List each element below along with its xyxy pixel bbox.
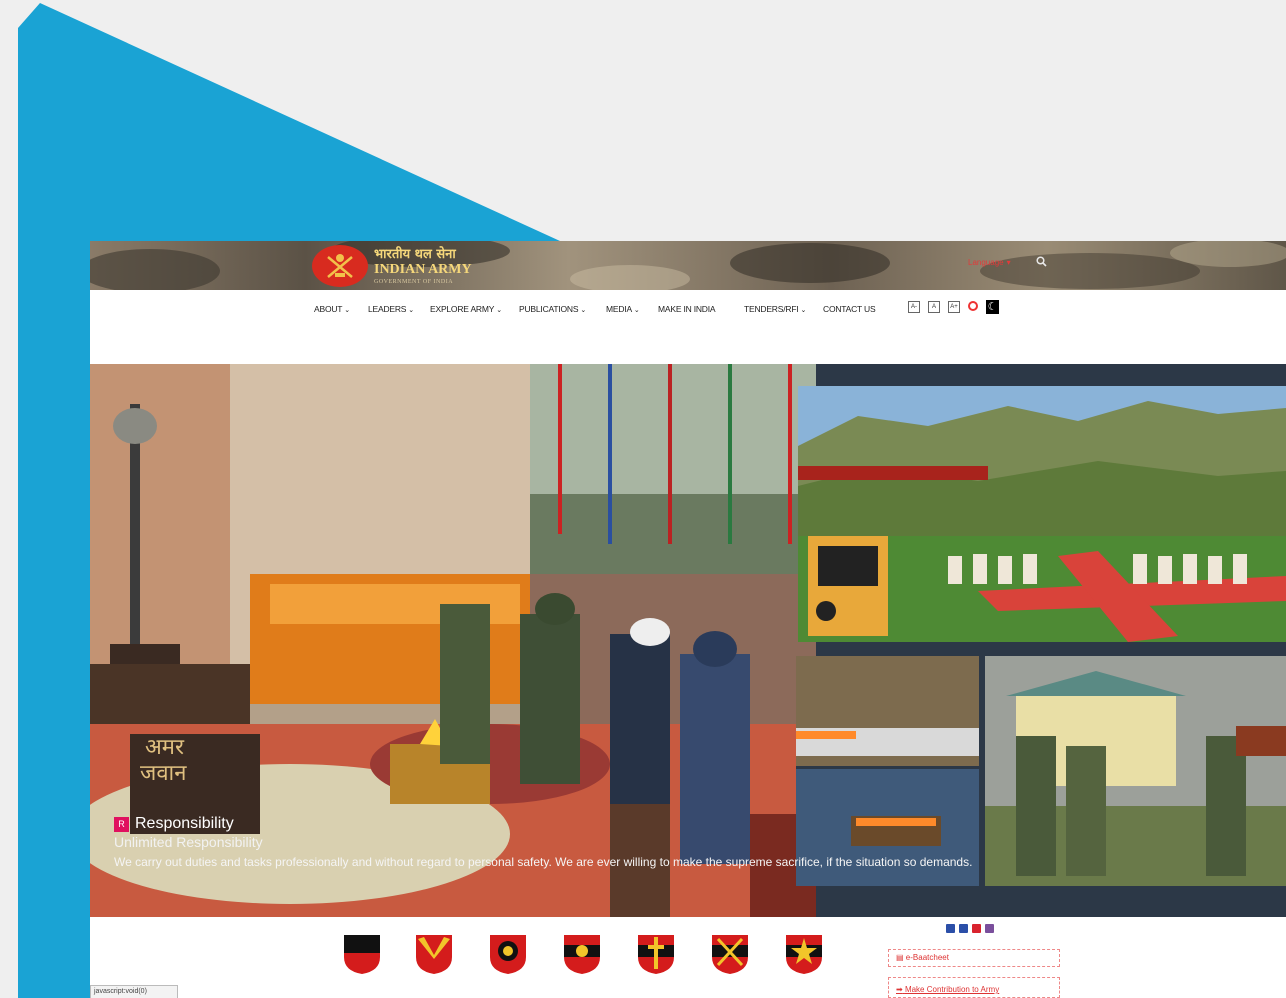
logo-hindi-text: भारतीय थल सेना — [374, 246, 456, 262]
nav-leaders[interactable]: LEADERS ⌄ — [368, 304, 414, 314]
contrast-icon[interactable] — [968, 301, 978, 311]
logo-government-text: GOVERNMENT OF INDIA — [374, 278, 454, 285]
nav-make-in-india[interactable]: MAKE IN INDIA — [658, 304, 716, 314]
hero-carousel: अमर जवान R Responsibility Unlimited Resp… — [90, 364, 1286, 917]
chevron-down-icon: ⌄ — [580, 307, 586, 314]
chevron-down-icon: ⌄ — [344, 307, 350, 314]
ebaatcheet-label: e-Baatcheet — [905, 953, 949, 962]
caption-subtitle: Unlimited Responsibility — [114, 834, 263, 850]
nav-tenders-label: TENDERS/RFI — [744, 304, 799, 314]
facebook-icon[interactable] — [946, 924, 955, 933]
search-icon[interactable] — [1036, 256, 1047, 270]
nav-about-label: ABOUT — [314, 304, 343, 314]
contribution-label: Make Contribution to Army — [904, 985, 1000, 994]
chat-icon: ▤ — [896, 953, 904, 962]
nav-media-label: MEDIA — [606, 304, 632, 314]
site-logo[interactable]: भारतीय थल सेना INDIAN ARMY GOVERNMENT OF… — [312, 243, 472, 289]
camo-background — [90, 241, 1286, 290]
caption-description: We carry out duties and tasks profession… — [114, 855, 973, 869]
youtube-icon[interactable] — [972, 924, 981, 933]
formation-badge-4[interactable] — [562, 933, 602, 975]
main-navigation: ABOUT ⌄ LEADERS ⌄ EXPLORE ARMY ⌄ PUBLICATIO… — [90, 290, 1286, 330]
browser-status-bar: javascript:void(0) — [90, 985, 178, 998]
social-icons — [946, 924, 994, 933]
formation-badge-1[interactable] — [342, 933, 382, 975]
formation-badge-6[interactable] — [710, 933, 750, 975]
nav-tenders[interactable]: TENDERS/RFI ⌄ — [744, 304, 806, 314]
hero-top-right-image — [798, 386, 1286, 642]
chevron-down-icon: ⌄ — [800, 307, 807, 314]
nav-media[interactable]: MEDIA ⌄ — [606, 304, 640, 314]
nav-leaders-label: LEADERS — [368, 304, 407, 314]
nav-contact-us-label: CONTACT US — [823, 304, 876, 314]
moon-icon[interactable]: ☾ — [986, 300, 999, 314]
font-reset-button[interactable]: A — [928, 301, 940, 313]
formation-badge-5[interactable] — [636, 933, 676, 975]
arrow-right-icon: ➡ — [896, 985, 903, 994]
nav-contact-us[interactable]: CONTACT US — [823, 304, 876, 314]
language-selector[interactable]: Language ▾ — [968, 258, 1011, 267]
twitter-icon[interactable] — [959, 924, 968, 933]
logo-english-text: INDIAN ARMY — [374, 261, 472, 277]
header-bar: भारतीय थल सेना INDIAN ARMY GOVERNMENT OF… — [90, 241, 1286, 290]
font-increase-button[interactable]: A+ — [948, 301, 960, 313]
website-frame: भारतीय थल सेना INDIAN ARMY GOVERNMENT OF… — [90, 241, 1286, 998]
nav-explore-army[interactable]: EXPLORE ARMY ⌄ — [430, 304, 502, 314]
language-label: Language — [968, 258, 1004, 267]
instagram-icon[interactable] — [985, 924, 994, 933]
caption-title: Responsibility — [135, 815, 234, 832]
font-decrease-button[interactable]: A- — [908, 301, 920, 313]
formation-badge-7[interactable] — [784, 933, 824, 975]
chevron-down-icon: ⌄ — [496, 307, 502, 314]
nav-about[interactable]: ABOUT ⌄ — [314, 304, 350, 314]
svg-text:जवान: जवान — [140, 761, 187, 786]
svg-text:अमर: अमर — [145, 735, 185, 760]
caption-badge: R — [114, 816, 129, 832]
hero-caption: R Responsibility Unlimited Responsibilit… — [114, 815, 1264, 869]
chevron-down-icon: ⌄ — [408, 307, 414, 314]
nav-make-in-india-label: MAKE IN INDIA — [658, 304, 716, 314]
nav-publications-label: PUBLICATIONS — [519, 304, 579, 314]
contribution-link[interactable]: ➡ Make Contribution to Army — [896, 985, 999, 994]
formation-badge-2[interactable] — [414, 933, 454, 975]
formation-badge-3[interactable] — [488, 933, 528, 975]
nav-publications[interactable]: PUBLICATIONS ⌄ — [519, 304, 586, 314]
ebaatcheet-link[interactable]: ▤ e-Baatcheet — [896, 953, 949, 962]
chevron-down-icon: ▾ — [1006, 258, 1011, 267]
nav-explore-army-label: EXPLORE ARMY — [430, 304, 495, 314]
chevron-down-icon: ⌄ — [633, 307, 640, 314]
army-emblem-icon — [312, 245, 368, 287]
